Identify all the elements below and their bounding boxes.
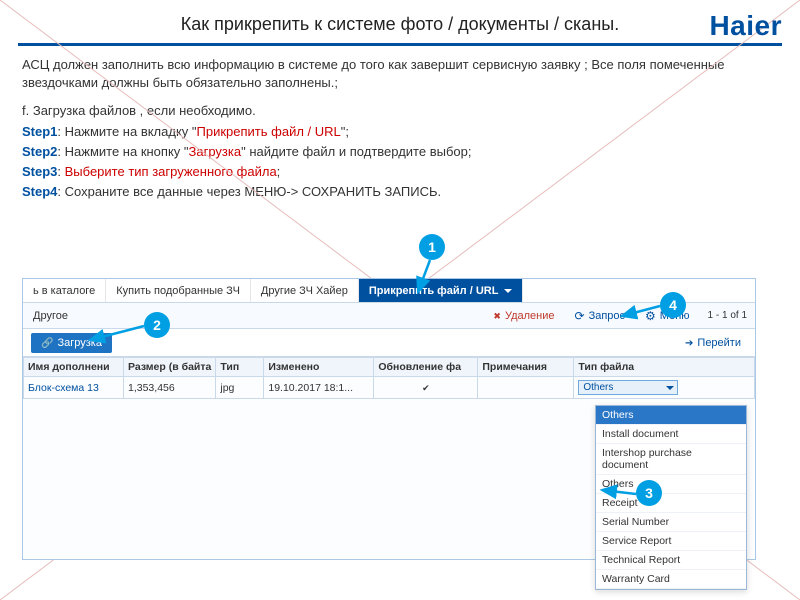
step1-label: Step1 bbox=[22, 124, 57, 139]
dropdown-option[interactable]: Install document bbox=[596, 425, 746, 444]
step-1: Step1: Нажмите на вкладку "Прикрепить фа… bbox=[22, 123, 778, 141]
tab-strip: ь в каталоге Купить подобранные ЗЧ Други… bbox=[23, 279, 755, 303]
dropdown-option[interactable]: Service Report bbox=[596, 532, 746, 551]
dropdown-option[interactable]: Receipt bbox=[596, 494, 746, 513]
step2-label: Step2 bbox=[22, 144, 57, 159]
col-type[interactable]: Тип bbox=[216, 358, 264, 377]
callout-badge-1: 1 bbox=[419, 234, 445, 260]
col-notes[interactable]: Примечания bbox=[478, 358, 574, 377]
dropdown-option[interactable]: Intershop purchase document bbox=[596, 444, 746, 475]
cell-modified: 19.10.2017 18:1... bbox=[264, 377, 374, 399]
title-underline bbox=[18, 43, 782, 46]
tab-other-parts[interactable]: Другие ЗЧ Хайер bbox=[251, 279, 359, 302]
step-4: Step4: Сохраните все данные через МЕНЮ->… bbox=[22, 183, 778, 201]
upload-button[interactable]: Загрузка bbox=[31, 333, 112, 353]
col-file-type[interactable]: Тип файла bbox=[574, 358, 755, 377]
toolbar-label-other: Другое bbox=[23, 310, 78, 322]
step-3: Step3: Выберите тип загруженного файла; bbox=[22, 163, 778, 181]
goto-link[interactable]: Перейти bbox=[685, 337, 755, 349]
callout-badge-2: 2 bbox=[144, 312, 170, 338]
col-modified[interactable]: Изменено bbox=[264, 358, 374, 377]
cell-notes[interactable] bbox=[478, 377, 574, 399]
tab-buy-parts[interactable]: Купить подобранные ЗЧ bbox=[106, 279, 251, 302]
cell-name[interactable]: Блок-схема 13 bbox=[24, 377, 124, 399]
cell-size: 1,353,456 bbox=[124, 377, 216, 399]
grid-header-row: Имя дополнени Размер (в байта Тип Измене… bbox=[24, 358, 755, 377]
dropdown-option[interactable]: Others bbox=[596, 475, 746, 494]
cell-file-type[interactable]: Others bbox=[574, 377, 755, 399]
col-update[interactable]: Обновление фа bbox=[374, 358, 478, 377]
delete-icon bbox=[493, 310, 501, 322]
dropdown-option-selected[interactable]: Others bbox=[596, 406, 746, 425]
callout-badge-4: 4 bbox=[660, 292, 686, 318]
file-type-dropdown[interactable]: Others Install document Intershop purcha… bbox=[595, 405, 747, 590]
brand-logo: Haier bbox=[709, 10, 782, 42]
files-grid: Имя дополнени Размер (в байта Тип Измене… bbox=[23, 357, 755, 399]
page-title: Как прикрепить к системе фото / документ… bbox=[0, 0, 800, 43]
arrow-right-icon bbox=[685, 337, 693, 349]
pager-text: 1 - 1 of 1 bbox=[700, 310, 755, 321]
tab-catalog[interactable]: ь в каталоге bbox=[23, 279, 106, 302]
intro-line-1: АСЦ должен заполнить всю информацию в си… bbox=[22, 56, 778, 92]
refresh-icon bbox=[575, 309, 585, 323]
col-size[interactable]: Размер (в байта bbox=[124, 358, 216, 377]
dropdown-option[interactable]: Serial Number bbox=[596, 513, 746, 532]
table-row[interactable]: Блок-схема 13 1,353,456 jpg 19.10.2017 1… bbox=[24, 377, 755, 399]
sub-toolbar: Загрузка Перейти bbox=[23, 329, 755, 357]
file-type-select[interactable]: Others bbox=[578, 380, 678, 395]
app-screenshot: ь в каталоге Купить подобранные ЗЧ Други… bbox=[22, 278, 756, 560]
check-icon bbox=[422, 382, 430, 394]
upload-icon bbox=[41, 337, 53, 349]
dropdown-option[interactable]: Technical Report bbox=[596, 551, 746, 570]
cell-update[interactable] bbox=[374, 377, 478, 399]
chevron-down-icon bbox=[504, 289, 512, 293]
delete-button[interactable]: Удаление bbox=[483, 310, 564, 322]
step3-label: Step3 bbox=[22, 164, 57, 179]
gear-icon bbox=[645, 309, 656, 323]
step-2: Step2: Нажмите на кнопку "Загрузка" найд… bbox=[22, 143, 778, 161]
tab-attach-file[interactable]: Прикрепить файл / URL bbox=[359, 279, 524, 302]
toolbar: Другое Удаление Запрос Меню 1 - 1 of 1 bbox=[23, 303, 755, 329]
intro-line-2: f. Загрузка файлов , если необходимо. bbox=[22, 102, 778, 120]
cell-type: jpg bbox=[216, 377, 264, 399]
step4-label: Step4 bbox=[22, 184, 57, 199]
query-button[interactable]: Запрос bbox=[565, 309, 636, 323]
col-name[interactable]: Имя дополнени bbox=[24, 358, 124, 377]
instruction-text: АСЦ должен заполнить всю информацию в си… bbox=[0, 50, 800, 201]
dropdown-option[interactable]: Warranty Card bbox=[596, 570, 746, 589]
callout-badge-3: 3 bbox=[636, 480, 662, 506]
